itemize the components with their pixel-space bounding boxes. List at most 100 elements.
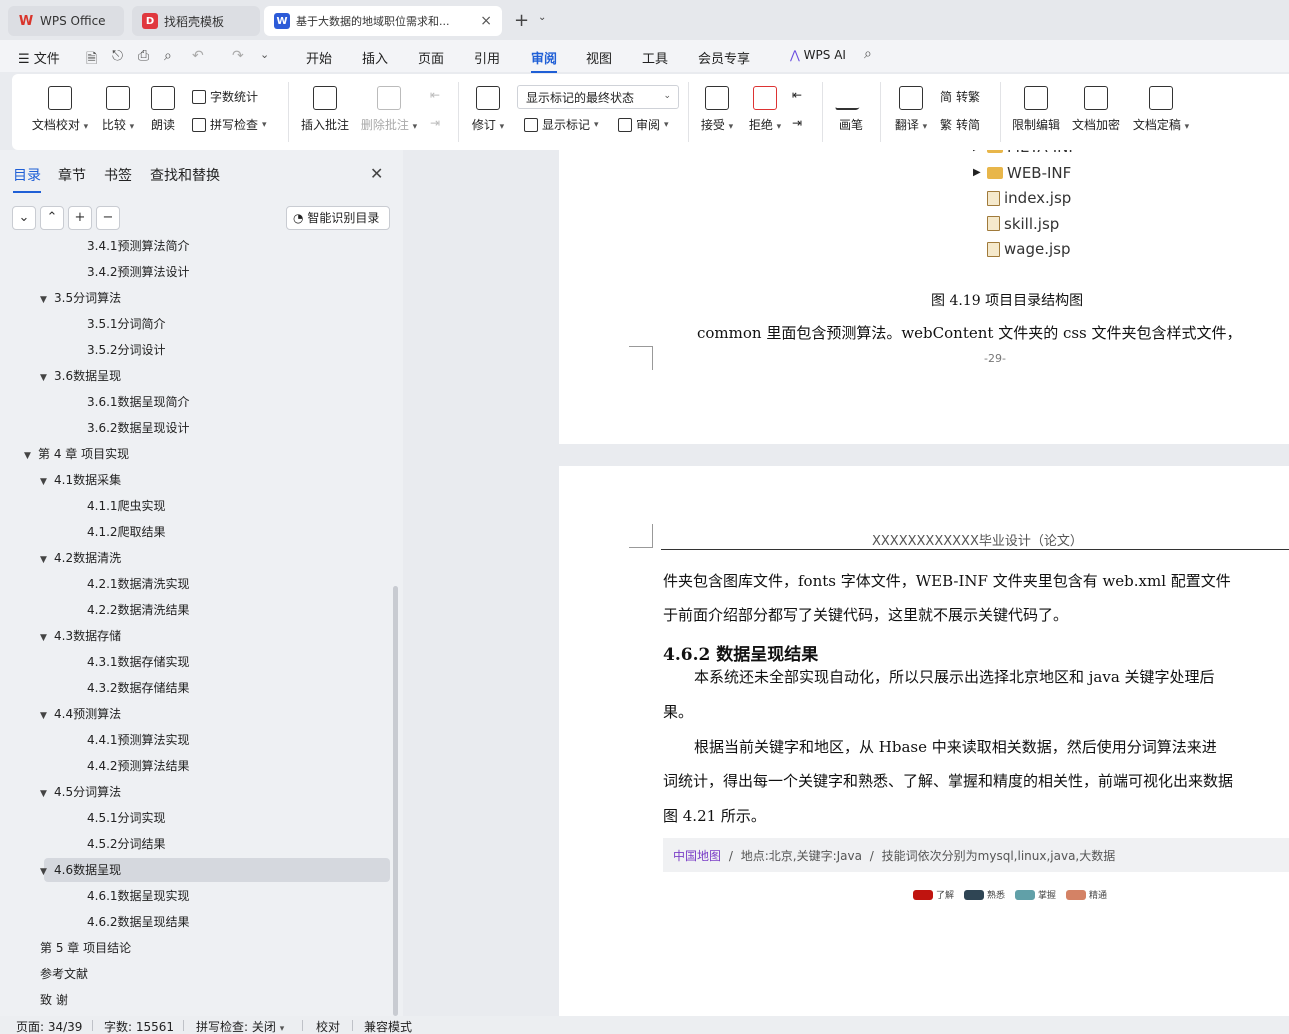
toc-item[interactable]: 4.4.1预测算法实现 <box>0 728 390 752</box>
menu-view[interactable]: 视图 <box>586 48 612 67</box>
toc-item[interactable]: 4.2.1数据清洗实现 <box>0 572 390 596</box>
to-traditional-button[interactable]: 简转繁 <box>940 88 980 105</box>
undo-icon[interactable]: ↶ <box>192 48 204 64</box>
to-simplified-button[interactable]: 繁转简 <box>940 116 980 133</box>
share-icon[interactable]: ⎋ <box>112 48 123 64</box>
delete-comment-button[interactable]: 删除批注 ▾ <box>359 86 419 133</box>
caret-down-icon[interactable]: ▼ <box>40 626 54 650</box>
close-icon[interactable]: ✕ <box>370 164 383 183</box>
toc-item[interactable]: ▼ 第 4 章 项目实现 <box>0 442 390 466</box>
toc-item[interactable]: 4.1.2爬取结果 <box>0 520 390 544</box>
doc-proof-button[interactable]: 文档校对 ▾ <box>30 86 90 133</box>
toc-item[interactable]: 3.4.1预测算法简介 <box>0 238 390 258</box>
remove-heading-button[interactable]: − <box>96 206 120 230</box>
tab-toc[interactable]: 目录 <box>13 165 41 193</box>
menu-member[interactable]: 会员专享 <box>698 48 750 67</box>
toc-item[interactable]: 3.5.2分词设计 <box>0 338 390 362</box>
toc-item[interactable]: 3.5.1分词简介 <box>0 312 390 336</box>
show-markup-button[interactable]: 显示标记 ▾ <box>524 116 599 133</box>
new-tab-icon[interactable]: + <box>514 10 529 31</box>
reject-button[interactable]: 拒绝 ▾ <box>746 86 784 133</box>
toc-item[interactable]: 4.5.1分词实现 <box>0 806 390 830</box>
toc-item[interactable]: ▼ 3.6数据呈现 <box>0 364 390 388</box>
toc-item[interactable]: 3.4.2预测算法设计 <box>0 260 390 284</box>
toc-item[interactable]: 4.5.2分词结果 <box>0 832 390 856</box>
tab-wps-office[interactable]: W WPS Office <box>8 6 124 36</box>
track-changes-button[interactable]: 修订 ▾ <box>468 86 508 133</box>
save-icon[interactable]: 🗎 <box>86 48 97 72</box>
translate-button[interactable]: 翻译 ▾ <box>892 86 930 133</box>
toc-item[interactable]: 第 5 章 项目结论 <box>0 936 390 960</box>
caret-down-icon[interactable]: ▼ <box>24 444 38 468</box>
caret-down-icon[interactable]: ▼ <box>40 470 54 494</box>
finalize-button[interactable]: 文档定稿 ▾ <box>1130 86 1192 133</box>
toc-item[interactable]: 3.6.1数据呈现简介 <box>0 390 390 414</box>
menu-start[interactable]: 开始 <box>306 48 332 67</box>
proof-status[interactable]: 校对 <box>316 1018 340 1034</box>
add-heading-button[interactable]: + <box>68 206 92 230</box>
page-indicator[interactable]: 页面: 34/39 <box>16 1018 82 1034</box>
review-pane-button[interactable]: 审阅 ▾ <box>618 116 669 133</box>
menu-page[interactable]: 页面 <box>418 48 444 67</box>
previous-change-icon[interactable]: ⇤ <box>792 88 802 102</box>
pen-button[interactable]: 画笔 <box>834 86 868 133</box>
toc-item[interactable]: 4.4.2预测算法结果 <box>0 754 390 778</box>
toc-item[interactable]: 4.3.1数据存储实现 <box>0 650 390 674</box>
toc-item[interactable]: ▼ 4.4预测算法 <box>0 702 390 726</box>
menu-insert[interactable]: 插入 <box>362 48 388 67</box>
close-icon[interactable]: × <box>480 13 492 29</box>
restrict-edit-button[interactable]: 限制编辑 <box>1010 86 1062 133</box>
toc-item[interactable]: 4.3.2数据存储结果 <box>0 676 390 700</box>
search-icon[interactable]: ⌕ <box>864 46 872 62</box>
caret-down-icon[interactable]: ▼ <box>40 860 54 884</box>
toc-item[interactable]: 参考文献 <box>0 962 390 986</box>
menu-tools[interactable]: 工具 <box>642 48 668 67</box>
tab-chapters[interactable]: 章节 <box>58 165 86 185</box>
file-menu[interactable]: ☰ 文件 <box>18 48 60 67</box>
toc-item[interactable]: ▼ 4.3数据存储 <box>0 624 390 648</box>
caret-down-icon[interactable]: ▼ <box>40 366 54 390</box>
toc-item[interactable]: 4.1.1爬虫实现 <box>0 494 390 518</box>
toc-item[interactable]: 4.6.2数据呈现结果 <box>0 910 390 934</box>
caret-down-icon[interactable]: ▼ <box>40 288 54 312</box>
toc-item[interactable]: 3.6.2数据呈现设计 <box>0 416 390 440</box>
toc-item[interactable]: 4.6.1数据呈现实现 <box>0 884 390 908</box>
tab-document[interactable]: W 基于大数据的地域职位需求和... × <box>264 6 502 36</box>
toc-item[interactable]: ▼ 4.1数据采集 <box>0 468 390 492</box>
print-icon[interactable]: ⎙ <box>138 48 149 64</box>
insert-comment-button[interactable]: 插入批注 <box>300 86 350 133</box>
toc-item[interactable]: ▼ 4.5分词算法 <box>0 780 390 804</box>
toc-item[interactable]: ▼ 4.2数据清洗 <box>0 546 390 570</box>
compare-button[interactable]: 比较 ▾ <box>98 86 138 133</box>
tab-bookmarks[interactable]: 书签 <box>104 165 132 185</box>
move-up-button[interactable]: ⌃ <box>40 206 64 230</box>
next-comment-icon[interactable]: ⇥ <box>430 116 440 130</box>
tab-docer[interactable]: D 找稻壳模板 <box>132 6 260 36</box>
caret-down-icon[interactable]: ▼ <box>40 782 54 806</box>
quick-access-more-icon[interactable]: ⌄ <box>260 48 269 61</box>
collapse-down-button[interactable]: ⌄ <box>12 206 36 230</box>
next-change-icon[interactable]: ⇥ <box>792 116 802 130</box>
redo-icon[interactable]: ↷ <box>232 48 244 64</box>
toc-item[interactable]: 致 谢 <box>0 988 390 1012</box>
chevron-down-icon[interactable]: ⌄ <box>538 12 546 23</box>
caret-down-icon[interactable]: ▼ <box>40 548 54 572</box>
wps-ai-button[interactable]: ⋀ WPS AI <box>790 48 846 62</box>
previous-comment-icon[interactable]: ⇤ <box>430 88 440 102</box>
spell-check-button[interactable]: 拼写检查 ▾ <box>192 116 267 133</box>
toc-item[interactable]: ▼ 3.5分词算法 <box>0 286 390 310</box>
spell-check-status[interactable]: 拼写检查: 关闭 ▾ <box>196 1018 284 1034</box>
toc-item[interactable]: ▼ 4.6数据呈现 <box>40 858 390 882</box>
encrypt-button[interactable]: 文档加密 <box>1070 86 1122 133</box>
markup-state-select[interactable]: 显示标记的最终状态 ⌄ <box>517 85 679 109</box>
menu-review[interactable]: 审阅 <box>531 48 558 73</box>
tab-find-replace[interactable]: 查找和替换 <box>150 165 220 185</box>
toc-scrollbar[interactable] <box>393 586 398 1016</box>
print-preview-icon[interactable]: ⌕ <box>164 48 172 64</box>
word-count-button[interactable]: 字数统计 <box>192 88 258 105</box>
caret-down-icon[interactable]: ▼ <box>40 704 54 728</box>
read-aloud-button[interactable]: 朗读 <box>148 86 178 133</box>
word-count-indicator[interactable]: 字数: 15561 <box>104 1018 174 1034</box>
smart-toc-button[interactable]: ◔ 智能识别目录 <box>286 206 390 230</box>
accept-button[interactable]: 接受 ▾ <box>698 86 736 133</box>
